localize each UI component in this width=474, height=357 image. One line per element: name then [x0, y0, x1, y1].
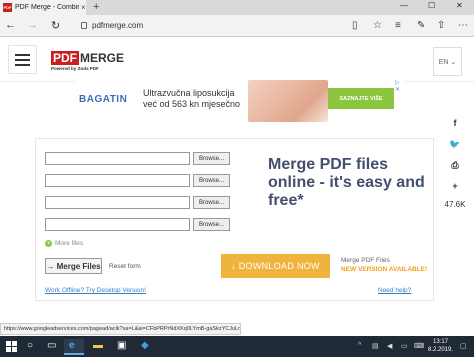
tab-title: PDF Merge - Combine/I — [15, 4, 79, 11]
download-now-button[interactable]: ↓ DOWNLOAD NOW — [221, 254, 330, 278]
hamburger-menu-icon[interactable] — [8, 45, 37, 74]
share-plus-icon[interactable]: + — [445, 181, 465, 191]
more-icon[interactable]: ⋯ — [458, 20, 468, 31]
logo-subtitle: Powered by Soda PDF — [51, 66, 99, 71]
browser-tab[interactable]: PDF PDF Merge - Combine/I × — [0, 0, 86, 15]
new-tab-button[interactable]: + — [93, 1, 99, 13]
ad-line-1: Ultrazvučna liposukcija — [143, 88, 235, 98]
battery-icon[interactable]: ▭ — [401, 342, 408, 350]
logo-merge-text: MERGE — [80, 51, 125, 65]
back-arrow-icon[interactable]: ← — [5, 19, 16, 31]
reset-form-link[interactable]: Reset form — [109, 263, 141, 270]
chevron-up-icon[interactable]: ^ — [358, 342, 361, 349]
minimize-button[interactable]: — — [400, 1, 408, 10]
site-header: PDF MERGE Powered by Soda PDF — [0, 38, 474, 82]
browse-button[interactable]: Browse... — [193, 174, 230, 187]
ad-brand: BAGATIN — [79, 94, 128, 105]
ad-line-2: već od 563 kn mjesečno — [143, 99, 241, 109]
forward-arrow-icon[interactable]: → — [27, 19, 38, 31]
share-count: 47.6K — [444, 200, 466, 209]
tab-close-icon[interactable]: × — [81, 3, 86, 12]
share-icon[interactable]: ⇧ — [437, 20, 445, 31]
file-row: Browse... — [45, 196, 230, 209]
browse-button[interactable]: Browse... — [193, 152, 230, 165]
status-bar-url: https://www.googleadservices.com/pagead/… — [0, 323, 241, 335]
web-note-icon[interactable]: ✎ — [417, 20, 425, 31]
reading-view-icon[interactable]: ▯ — [352, 20, 358, 31]
pdf-favicon-icon: PDF — [3, 3, 12, 12]
twitter-icon[interactable]: 🐦 — [445, 139, 465, 150]
volume-icon[interactable]: ◀ — [387, 342, 392, 350]
file-input[interactable] — [45, 218, 190, 231]
url-field[interactable]: pdfmerge.com — [92, 21, 143, 30]
print-icon[interactable]: ⎙ — [445, 160, 465, 171]
maximize-button[interactable]: ☐ — [428, 1, 435, 10]
version-name: Merge PDF Files — [341, 257, 390, 264]
page-icon — [81, 22, 87, 29]
taskbar-clock[interactable]: 13:17 8.2.2019. — [428, 338, 453, 354]
merge-card: Browse... Browse... Browse... Browse... … — [35, 138, 434, 301]
search-icon[interactable]: ○ — [27, 340, 33, 351]
need-help-link[interactable]: Need help? — [378, 287, 411, 294]
merge-files-button[interactable]: → Merge Files — [45, 258, 102, 274]
page-headline: Merge PDF files online - it's easy and f… — [268, 156, 425, 209]
ad-banner[interactable]: BAGATIN Ultrazvučna liposukcija već od 5… — [75, 78, 405, 122]
hub-icon[interactable]: ≡ — [395, 20, 401, 31]
windows-taskbar: ○ ▭ e ▬ ▣ ◆ ^ ▤ ◀ ▭ ⌨ 13:17 8.2.2019. ▢ — [0, 336, 474, 357]
more-files-label: More files — [55, 240, 84, 247]
browse-button[interactable]: Browse... — [193, 196, 230, 209]
logo-pdf-text: PDF — [51, 51, 79, 65]
edge-browser-icon: e — [69, 340, 75, 351]
ad-cta-button[interactable]: SAZNAJTE VIŠE — [328, 88, 394, 109]
more-files-link[interactable]: + More files — [45, 240, 83, 247]
windows-start-icon[interactable] — [6, 341, 17, 352]
file-row: Browse... — [45, 152, 230, 165]
notifications-icon[interactable]: ▢ — [460, 342, 467, 350]
close-window-button[interactable]: ✕ — [456, 1, 463, 10]
ad-image — [248, 80, 328, 122]
favorite-star-icon[interactable]: ☆ — [373, 20, 382, 31]
new-version-badge: NEW VERSION AVAILABLE! — [341, 266, 428, 273]
browse-button[interactable]: Browse... — [193, 218, 230, 231]
address-bar: ← → ↻ pdfmerge.com ▯ ☆ ≡ ✎ ⇧ ⋯ — [0, 15, 474, 37]
facebook-icon[interactable]: f — [445, 118, 465, 128]
file-input[interactable] — [45, 174, 190, 187]
task-view-icon[interactable]: ▭ — [47, 340, 56, 351]
site-logo[interactable]: PDF MERGE — [51, 51, 124, 65]
file-row: Browse... — [45, 174, 230, 187]
ad-close-icon[interactable]: ▷ ✕ — [395, 79, 405, 93]
refresh-icon[interactable]: ↻ — [51, 19, 60, 32]
file-explorer-icon[interactable]: ▬ — [93, 340, 103, 351]
file-input[interactable] — [45, 152, 190, 165]
keyboard-icon[interactable]: ⌨ — [414, 342, 424, 350]
file-input[interactable] — [45, 196, 190, 209]
file-row: Browse... — [45, 218, 230, 231]
language-selector[interactable]: EN ⌄ — [433, 47, 462, 76]
clock-date: 8.2.2019. — [428, 347, 454, 353]
edge-taskbar-button[interactable]: e — [64, 339, 84, 355]
version-info: Merge PDF Files NEW VERSION AVAILABLE! — [341, 256, 427, 274]
desktop-version-link[interactable]: Work Offline? Try Desktop Version! — [45, 287, 146, 294]
plus-icon: + — [45, 240, 52, 247]
store-icon[interactable]: ▣ — [117, 340, 126, 351]
browser-tab-bar: PDF PDF Merge - Combine/I × + — ☐ ✕ — [0, 0, 474, 15]
app-icon[interactable]: ◆ — [141, 340, 149, 351]
clock-time: 13:17 — [433, 339, 449, 345]
network-icon[interactable]: ▤ — [372, 342, 379, 350]
